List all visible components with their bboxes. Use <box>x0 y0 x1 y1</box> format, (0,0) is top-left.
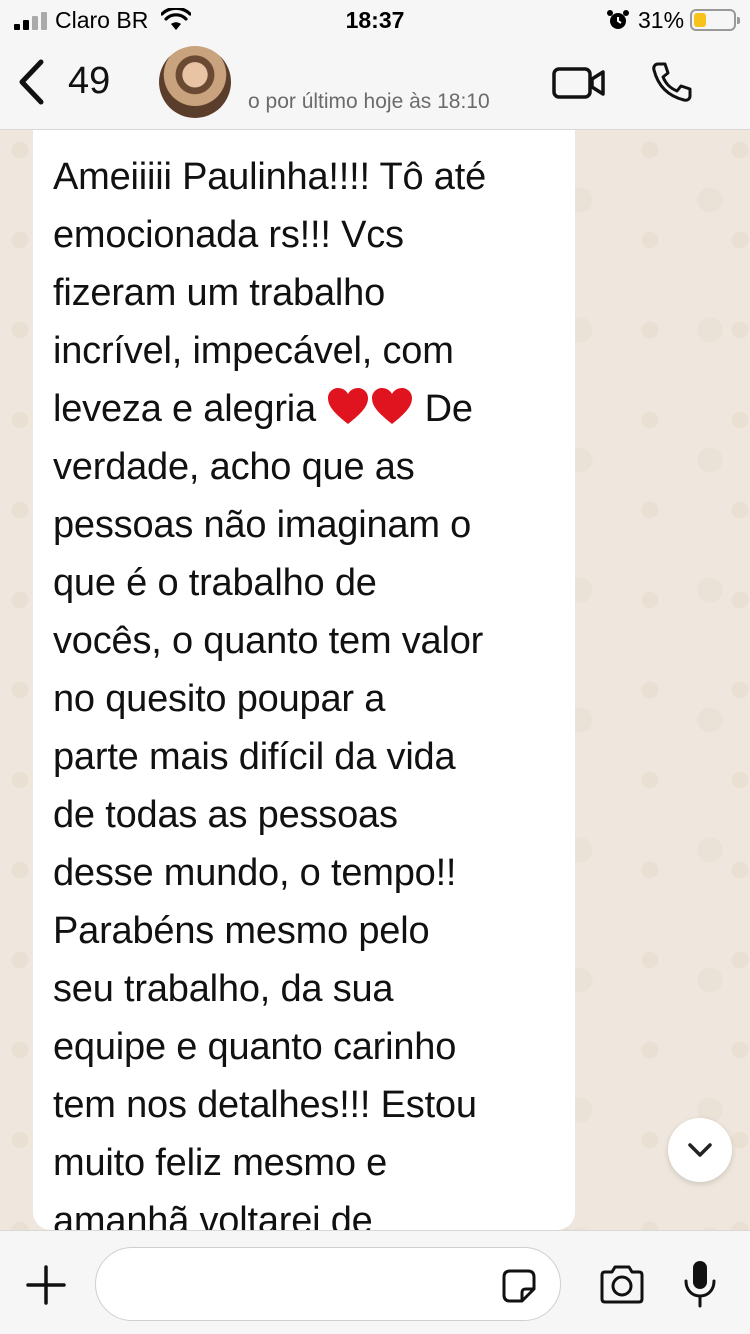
scroll-to-bottom-button[interactable] <box>668 1118 732 1182</box>
message-text-part2: De verdade, acho que as pessoas não imag… <box>53 388 484 1230</box>
chat-area[interactable]: Ameiiiii Paulinha!!!! Tô até emocionada … <box>0 130 750 1230</box>
microphone-icon[interactable] <box>682 1259 718 1309</box>
status-bar: Claro BR 18:37 31% <box>0 0 750 40</box>
last-seen-status[interactable]: o por último hoje às 18:10 <box>248 90 490 114</box>
video-camera-icon[interactable] <box>552 64 606 102</box>
battery-icon <box>690 9 740 31</box>
chat-header: 49 o por último hoje às 18:10 <box>0 40 750 130</box>
input-bar <box>0 1230 750 1334</box>
message-text: Ameiiiii Paulinha!!!! Tô até emocionada … <box>53 148 561 1230</box>
battery-percentage: 31% <box>638 7 685 33</box>
message-input[interactable] <box>95 1247 561 1321</box>
chevron-left-icon[interactable] <box>14 56 48 108</box>
heart-emoji-icon <box>326 388 414 430</box>
message-bubble[interactable]: Ameiiiii Paulinha!!!! Tô até emocionada … <box>33 130 575 1230</box>
chevron-down-icon <box>688 1143 712 1157</box>
sticker-icon[interactable] <box>500 1267 538 1305</box>
unread-count[interactable]: 49 <box>68 60 110 103</box>
battery-level <box>694 13 706 27</box>
phone-icon[interactable] <box>650 60 694 104</box>
plus-icon[interactable] <box>26 1265 66 1305</box>
camera-icon[interactable] <box>598 1263 646 1305</box>
avatar[interactable] <box>159 46 231 118</box>
alarm-clock-icon <box>607 10 629 29</box>
